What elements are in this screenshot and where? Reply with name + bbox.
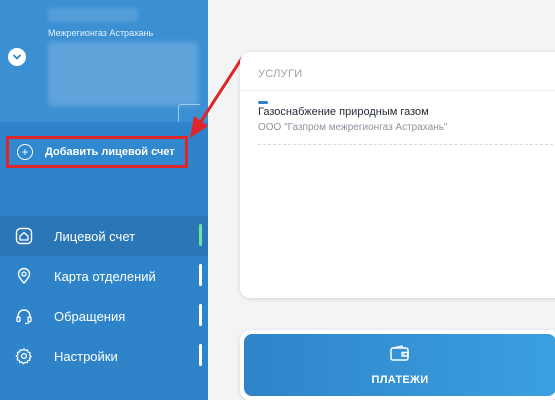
payments-card: ПЛАТЕЖИ bbox=[240, 330, 555, 400]
divider bbox=[240, 90, 555, 91]
services-card: УСЛУГИ Газоснабжение природным газом ООО… bbox=[240, 52, 555, 298]
sidebar-item-label: Карта отделений bbox=[54, 268, 156, 284]
map-pin-icon bbox=[14, 266, 34, 286]
wallet-icon bbox=[389, 344, 411, 368]
item-indicator bbox=[199, 344, 202, 366]
item-indicator bbox=[199, 264, 202, 286]
plus-circle-icon: + bbox=[17, 144, 33, 160]
divider bbox=[258, 144, 555, 145]
service-name: Газоснабжение природным газом bbox=[258, 106, 429, 118]
payments-label: ПЛАТЕЖИ bbox=[371, 373, 429, 386]
add-account-label: Добавить лицевой счет bbox=[45, 146, 175, 158]
home-icon bbox=[14, 226, 34, 246]
active-indicator bbox=[199, 224, 202, 246]
sidebar-item-label: Лицевой счет bbox=[54, 228, 136, 244]
sidebar-item-appeals[interactable]: Обращения bbox=[0, 296, 208, 336]
blurred-account-number bbox=[48, 8, 138, 22]
sidebar-item-branches-map[interactable]: Карта отделений bbox=[0, 256, 208, 296]
blurred-account-details bbox=[48, 42, 198, 106]
gear-icon bbox=[14, 346, 34, 366]
sidebar-menu: Лицевой счет Карта отделений Обращения Н… bbox=[0, 216, 208, 376]
service-marker bbox=[258, 101, 268, 104]
sidebar: Межрегионгаз Астрахань + Добавить лицево… bbox=[0, 0, 208, 400]
services-title: УСЛУГИ bbox=[258, 68, 303, 80]
add-account-button[interactable]: + Добавить лицевой счет bbox=[6, 136, 188, 168]
sidebar-item-settings[interactable]: Настройки bbox=[0, 336, 208, 376]
chevron-down-icon[interactable] bbox=[8, 48, 26, 66]
headset-icon bbox=[14, 306, 34, 326]
account-organization: Межрегионгаз Астрахань bbox=[48, 28, 154, 38]
account-card[interactable]: Межрегионгаз Астрахань bbox=[0, 0, 208, 122]
service-provider: ООО "Газпром межрегионгаз Астрахань" bbox=[258, 122, 448, 133]
sidebar-item-label: Обращения bbox=[54, 308, 126, 324]
sidebar-item-label: Настройки bbox=[54, 348, 118, 364]
item-indicator bbox=[199, 304, 202, 326]
sidebar-item-account[interactable]: Лицевой счет bbox=[0, 216, 208, 256]
payments-button[interactable]: ПЛАТЕЖИ bbox=[244, 334, 555, 396]
